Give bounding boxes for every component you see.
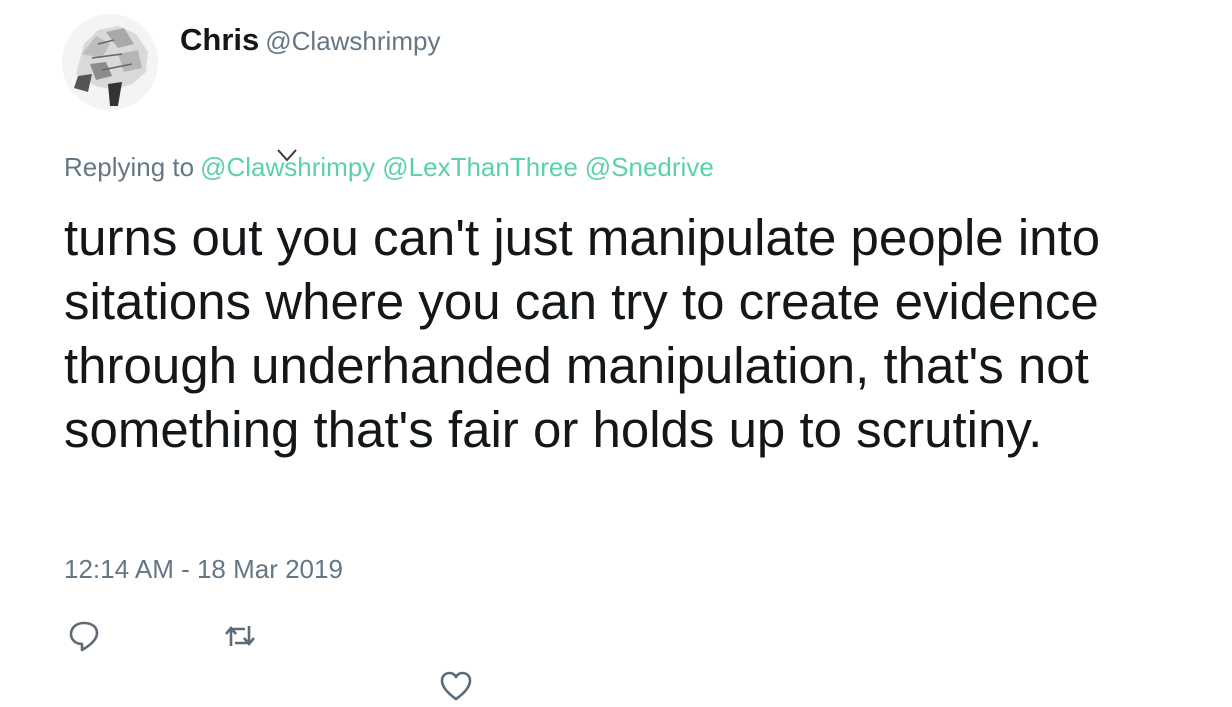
avatar[interactable] [62, 14, 158, 110]
replying-to-line: Replying to @Clawshrimpy @LexThanThree @Sne… [64, 149, 714, 183]
like-button[interactable] [438, 668, 474, 704]
replying-to-label: Replying to [64, 152, 195, 182]
tweet-timestamp[interactable]: 12:14 AM - 18 Mar 2019 [64, 554, 343, 585]
user-handle[interactable]: @Clawshrimpy [265, 26, 440, 56]
mention-link-snedrive[interactable]: @Snedrive [585, 152, 714, 182]
retweet-button[interactable] [222, 618, 258, 654]
cursor-mark-icon [277, 149, 297, 162]
heart-icon [440, 671, 472, 701]
tweet-text: turns out you can't just manipulate peop… [64, 209, 1101, 458]
mention-link-lexthanthree[interactable]: @LexThanThree [382, 152, 578, 182]
display-name[interactable]: Chris [180, 22, 259, 57]
tweet-header: Chris @Clawshrimpy [180, 22, 440, 58]
retweet-icon [225, 625, 255, 647]
tweet-card: Chris @Clawshrimpy Replying to @Clawshrimp… [0, 0, 1232, 707]
reply-icon [69, 621, 99, 652]
reply-button[interactable] [66, 618, 102, 654]
